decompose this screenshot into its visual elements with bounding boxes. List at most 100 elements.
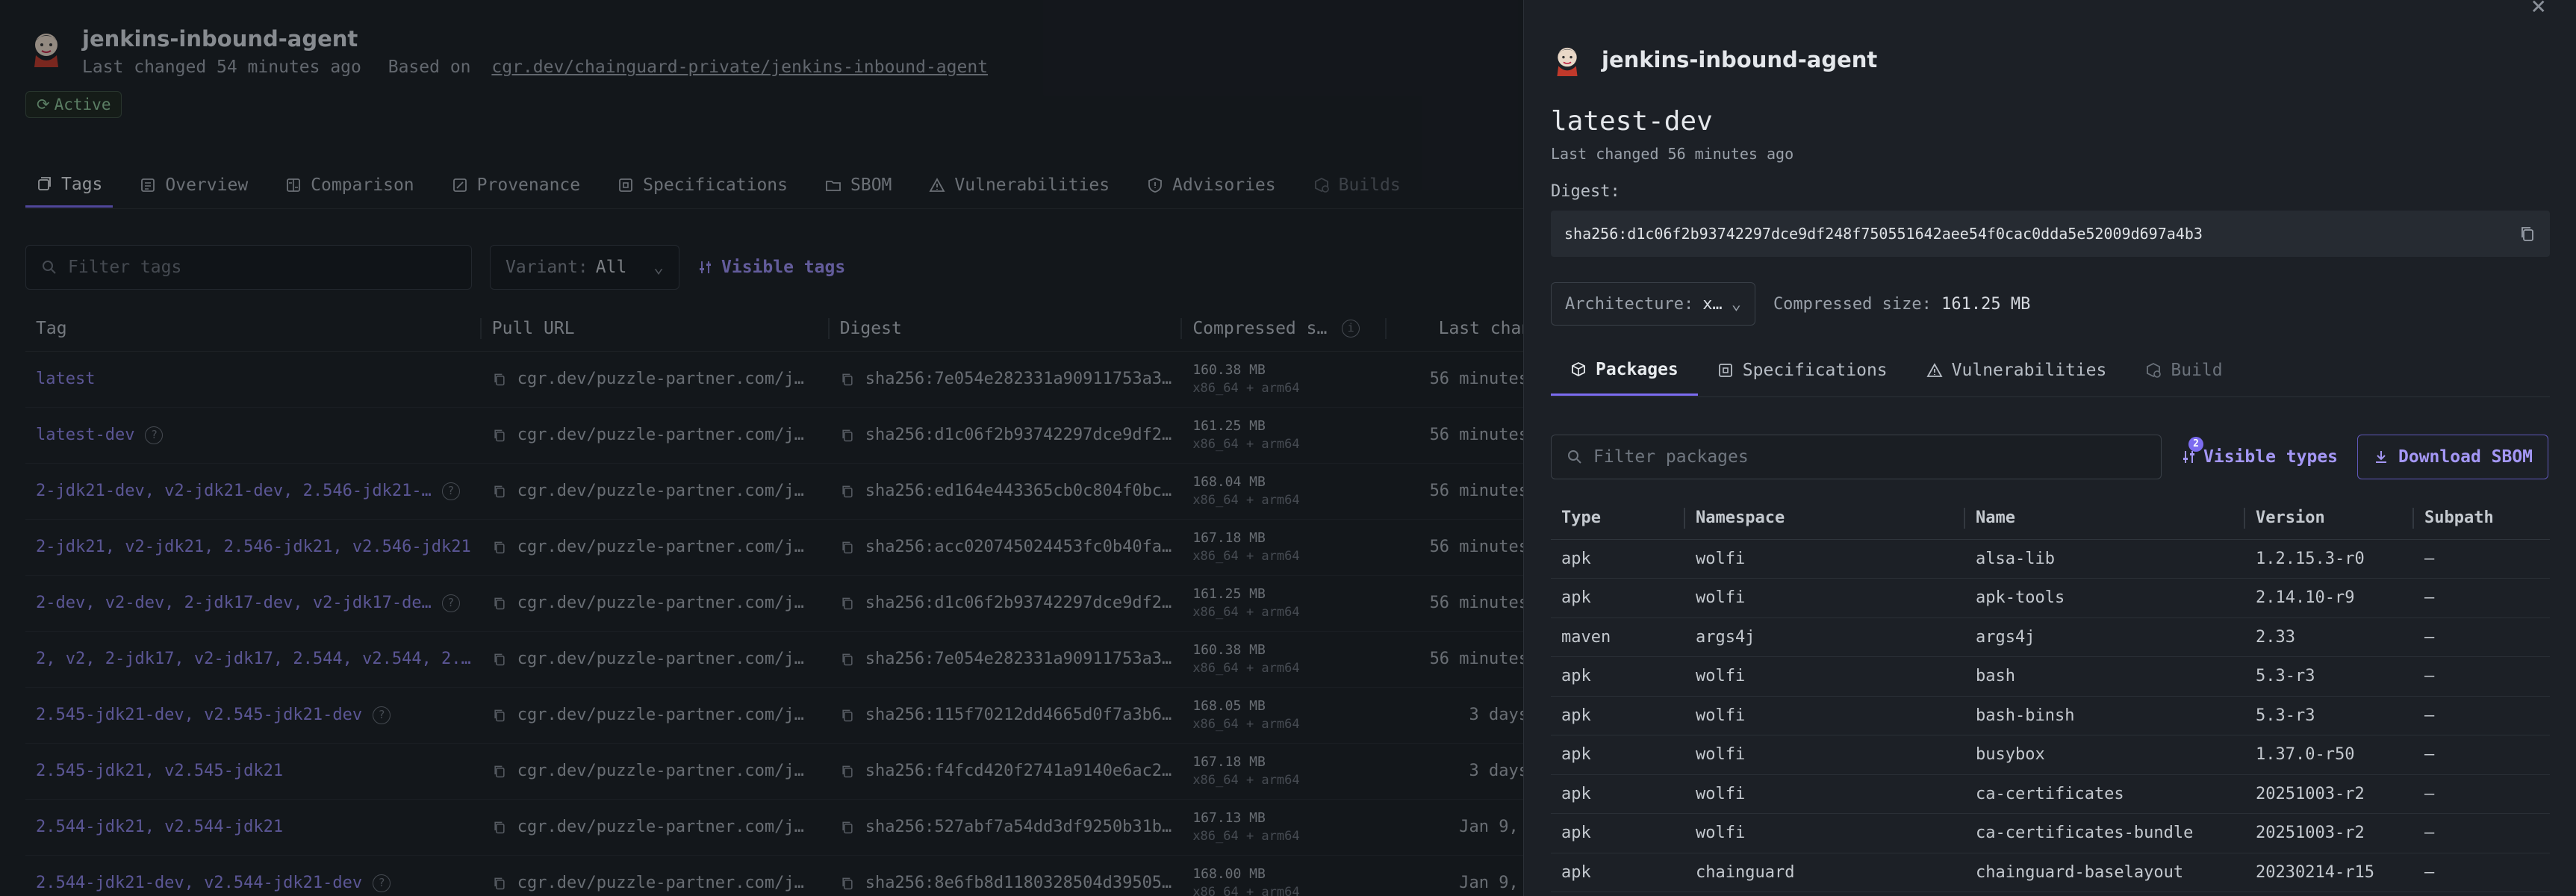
visible-types-button[interactable]: 2 Visible types	[2181, 437, 2338, 467]
copy-icon[interactable]	[492, 372, 507, 387]
filter-packages-input[interactable]: Filter packages	[1551, 435, 2162, 479]
tab-comparison[interactable]: Comparison	[275, 163, 424, 208]
table-row[interactable]: apk wolfi bash 5.3-r3—	[1551, 656, 2550, 697]
help-icon[interactable]: ?	[441, 482, 460, 500]
table-row[interactable]: apk wolfi busybox 1.37.0-r50—	[1551, 735, 2550, 775]
copy-icon[interactable]	[492, 764, 507, 779]
copy-icon[interactable]	[840, 708, 855, 723]
table-row[interactable]: 2.544-jdk21-dev, v2.544-jdk21-dev? cgr.de…	[25, 855, 1523, 896]
copy-icon[interactable]	[492, 484, 507, 499]
copy-icon[interactable]	[2519, 225, 2536, 243]
tab-drawer-vulnerabilities[interactable]: Vulnerabilities	[1907, 345, 2127, 396]
help-icon[interactable]: ?	[145, 426, 164, 444]
tag-cell[interactable]: latest	[25, 351, 482, 408]
column-header-pull-url[interactable]: Pull URL	[481, 306, 830, 352]
tab-specifications[interactable]: Specifications	[607, 163, 798, 208]
copy-icon[interactable]	[840, 764, 855, 779]
tag-link[interactable]: 2.545-jdk21, v2.545-jdk21	[36, 762, 283, 780]
visible-tags-button[interactable]: Visible tags	[697, 258, 845, 277]
copy-icon[interactable]	[492, 708, 507, 723]
tag-link[interactable]: 2.545-jdk21-dev, v2.545-jdk21-dev	[36, 706, 362, 724]
table-row[interactable]: apk wolfi ca-certificates 20251003-r2—	[1551, 774, 2550, 814]
tab-vulnerabilities[interactable]: Vulnerabilities	[918, 163, 1120, 208]
column-header-tag[interactable]: Tag	[25, 306, 482, 352]
tag-link[interactable]: 2-jdk21, v2-jdk21, 2.546-jdk21, v2.546-j…	[36, 538, 471, 556]
copy-icon[interactable]	[840, 876, 855, 891]
filter-tags-input[interactable]: Filter tags	[25, 245, 472, 290]
help-icon[interactable]: ?	[373, 706, 391, 724]
tag-link[interactable]: 2, v2, 2-jdk17, v2-jdk17, 2.544, v2.544,…	[36, 650, 471, 668]
copy-icon[interactable]	[840, 484, 855, 499]
based-on-link[interactable]: cgr.dev/chainguard-private/jenkins-inbou…	[491, 57, 988, 77]
tag-link[interactable]: 2-dev, v2-dev, 2-jdk17-dev, v2-jdk17-de…	[36, 594, 432, 612]
architecture-select[interactable]: Architecture: x… ⌄	[1551, 282, 1755, 326]
column-header-subpath[interactable]: Subpath	[2414, 497, 2550, 540]
copy-icon[interactable]	[840, 596, 855, 611]
column-header-version[interactable]: Version	[2245, 497, 2414, 540]
table-row[interactable]: latest-dev? cgr.dev/puzzle-partner.com/j……	[25, 407, 1523, 464]
table-row[interactable]: 2-jdk21, v2-jdk21, 2.546-jdk21, v2.546-j…	[25, 519, 1523, 576]
table-row[interactable]: apk wolfi ca-certificates-bundle 20251003-r…	[1551, 813, 2550, 853]
specifications-icon	[1718, 364, 1732, 377]
tag-cell[interactable]: 2.545-jdk21-dev, v2.545-jdk21-dev?	[25, 687, 482, 744]
column-header-digest[interactable]: Digest	[829, 306, 1183, 352]
copy-icon[interactable]	[840, 428, 855, 443]
package-name: ca-certificates-bundle	[1965, 813, 2245, 853]
tag-link[interactable]: latest-dev	[36, 426, 134, 444]
tag-cell[interactable]: 2-jdk21-dev, v2-jdk21-dev, 2.546-jdk21-……	[25, 463, 482, 520]
tab-tags[interactable]: Tags	[25, 163, 113, 208]
table-row[interactable]: latest cgr.dev/puzzle-partner.com/j… sha25…	[25, 351, 1523, 408]
table-row[interactable]: 2-dev, v2-dev, 2-jdk17-dev, v2-jdk17-de……	[25, 575, 1523, 632]
tag-link[interactable]: 2.544-jdk21, v2.544-jdk21	[36, 818, 283, 836]
tag-cell[interactable]: latest-dev?	[25, 407, 482, 464]
column-header-compressed-size[interactable]: Compressed s… i	[1182, 306, 1387, 352]
copy-icon[interactable]	[492, 820, 507, 835]
copy-icon[interactable]	[492, 876, 507, 891]
tag-cell[interactable]: 2-dev, v2-dev, 2-jdk17-dev, v2-jdk17-de……	[25, 575, 482, 632]
copy-icon[interactable]	[492, 596, 507, 611]
column-header-namespace[interactable]: Namespace	[1685, 497, 1965, 540]
tab-builds[interactable]: Builds	[1303, 163, 1411, 208]
help-icon[interactable]: ?	[373, 874, 391, 892]
tab-overview[interactable]: Overview	[129, 163, 258, 208]
copy-icon[interactable]	[492, 652, 507, 667]
copy-icon[interactable]	[840, 372, 855, 387]
tag-link[interactable]: 2-jdk21-dev, v2-jdk21-dev, 2.546-jdk21-…	[36, 482, 432, 500]
copy-icon[interactable]	[840, 820, 855, 835]
table-row[interactable]: apk wolfi bash-binsh 5.3-r3—	[1551, 696, 2550, 735]
copy-icon[interactable]	[840, 652, 855, 667]
column-header-last-changed[interactable]: Last chan…	[1386, 306, 1523, 352]
table-row[interactable]: 2, v2, 2-jdk17, v2-jdk17, 2.544, v2.544,…	[25, 631, 1523, 688]
download-sbom-button[interactable]: Download SBOM	[2357, 435, 2549, 479]
table-row[interactable]: apk wolfi apk-tools 2.14.10-r9—	[1551, 578, 2550, 618]
tag-cell[interactable]: 2, v2, 2-jdk17, v2-jdk17, 2.544, v2.544,…	[25, 631, 482, 688]
table-row[interactable]: 2.545-jdk21, v2.545-jdk21 cgr.dev/puzzle-…	[25, 743, 1523, 800]
table-row[interactable]: 2.545-jdk21-dev, v2.545-jdk21-dev? cgr.de…	[25, 687, 1523, 744]
tab-advisories[interactable]: Advisories	[1136, 163, 1286, 208]
table-row[interactable]: maven args4j args4j 2.33—	[1551, 617, 2550, 657]
copy-icon[interactable]	[840, 540, 855, 555]
table-row[interactable]: 2.544-jdk21, v2.544-jdk21 cgr.dev/puzzle-…	[25, 799, 1523, 856]
tag-cell[interactable]: 2-jdk21, v2-jdk21, 2.546-jdk21, v2.546-j…	[25, 519, 482, 576]
variant-select[interactable]: Variant: All ⌄	[490, 245, 679, 290]
table-row[interactable]: apk wolfi alsa-lib 1.2.15.3-r0—	[1551, 539, 2550, 579]
tag-cell[interactable]: 2.544-jdk21, v2.544-jdk21	[25, 799, 482, 856]
copy-icon[interactable]	[492, 540, 507, 555]
help-icon[interactable]: ?	[441, 594, 460, 612]
table-row[interactable]: 2-jdk21-dev, v2-jdk21-dev, 2.546-jdk21-……	[25, 463, 1523, 520]
table-row[interactable]: apk chainguard chainguard-baselayout 202302…	[1551, 853, 2550, 892]
tab-drawer-build[interactable]: Build	[2126, 345, 2241, 396]
copy-icon[interactable]	[492, 428, 507, 443]
tab-drawer-specifications[interactable]: Specifications	[1698, 345, 1907, 396]
column-header-name[interactable]: Name	[1965, 497, 2245, 540]
provenance-icon	[452, 178, 467, 192]
tab-packages[interactable]: Packages	[1551, 345, 1698, 396]
column-header-type[interactable]: Type	[1551, 497, 1685, 540]
close-icon[interactable]: ×	[2531, 0, 2546, 21]
tag-cell[interactable]: 2.544-jdk21-dev, v2.544-jdk21-dev?	[25, 855, 482, 896]
tab-provenance[interactable]: Provenance	[441, 163, 591, 208]
tag-cell[interactable]: 2.545-jdk21, v2.545-jdk21	[25, 743, 482, 800]
tag-link[interactable]: 2.544-jdk21-dev, v2.544-jdk21-dev	[36, 874, 362, 892]
tag-link[interactable]: latest	[36, 370, 95, 388]
tab-sbom[interactable]: SBOM	[815, 163, 902, 208]
